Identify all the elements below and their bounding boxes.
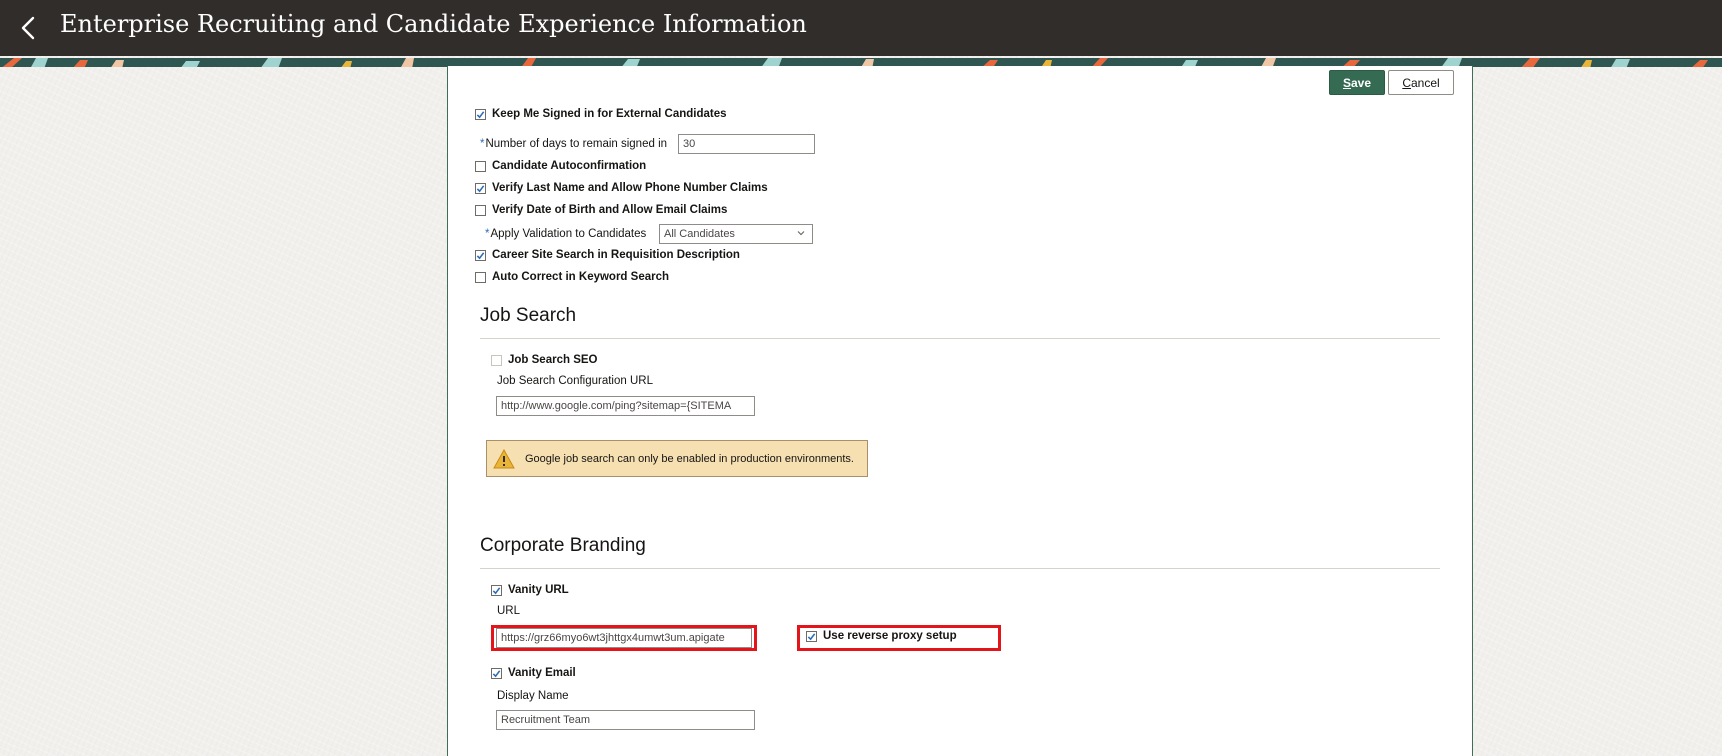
- cancel-button[interactable]: Cancel: [1388, 70, 1454, 95]
- apply-validation-label: Apply Validation to Candidates: [490, 228, 647, 240]
- verify-dob-row: Verify Date of Birth and Allow Email Cla…: [475, 204, 727, 216]
- job-search-seo-label: Job Search SEO: [508, 354, 598, 366]
- checkmark-icon: [492, 586, 501, 594]
- verify-dob-label: Verify Date of Birth and Allow Email Cla…: [492, 204, 728, 216]
- warning-text: Google job search can only be enabled in…: [525, 453, 854, 465]
- checkmark-icon: [807, 632, 816, 640]
- days-signed-in-row: * Number of days to remain signed in: [480, 138, 667, 150]
- job-search-seo-checkbox[interactable]: [491, 354, 502, 366]
- cancel-button-label-rest: ancel: [1410, 75, 1440, 90]
- vanity-url-row: Vanity URL: [491, 584, 569, 596]
- vanity-url-input[interactable]: https://grz66myo6wt3jhttgx4umwt3um.apiga…: [496, 628, 752, 648]
- vanity-email-label: Vanity Email: [508, 667, 576, 679]
- apply-validation-select[interactable]: All Candidates: [659, 224, 813, 244]
- keep-signed-in-label: Keep Me Signed in for External Candidate…: [492, 108, 727, 120]
- checkmark-icon: [476, 184, 485, 192]
- job-search-seo-row: Job Search SEO: [491, 354, 597, 366]
- display-name-input[interactable]: Recruitment Team: [496, 710, 755, 730]
- candidate-autoconfirmation-label: Candidate Autoconfirmation: [492, 160, 647, 172]
- apply-validation-row: * Apply Validation to Candidates: [485, 228, 646, 240]
- verify-last-name-checkbox[interactable]: [475, 182, 486, 194]
- job-search-config-url-input[interactable]: http://www.google.com/ping?sitemap={SITE…: [496, 396, 755, 416]
- section-divider: [480, 338, 1440, 339]
- verify-last-name-row: Verify Last Name and Allow Phone Number …: [475, 182, 768, 194]
- header-bar: Enterprise Recruiting and Candidate Expe…: [0, 0, 1722, 56]
- apply-validation-value: All Candidates: [664, 228, 735, 240]
- days-signed-in-input[interactable]: 30: [678, 134, 815, 154]
- auto-correct-row: Auto Correct in Keyword Search: [475, 271, 669, 283]
- vanity-url-checkbox[interactable]: [491, 584, 502, 596]
- vanity-url-label: Vanity URL: [508, 584, 569, 596]
- required-indicator: *: [485, 228, 490, 240]
- save-button-label-rest: ave: [1350, 75, 1372, 90]
- checkmark-icon: [476, 251, 485, 259]
- section-divider: [480, 568, 1440, 569]
- days-signed-in-label: Number of days to remain signed in: [485, 138, 668, 150]
- display-name-label: Display Name: [497, 690, 569, 702]
- save-button-mnemonic: S: [1342, 75, 1351, 90]
- job-search-section-title: Job Search: [480, 305, 577, 326]
- checkmark-icon: [476, 110, 485, 118]
- keep-signed-in-row: Keep Me Signed in for External Candidate…: [475, 108, 727, 120]
- candidate-autoconfirmation-row: Candidate Autoconfirmation: [475, 160, 646, 172]
- checkmark-icon: [492, 669, 501, 677]
- corporate-branding-section-title: Corporate Branding: [480, 535, 646, 556]
- reverse-proxy-checkbox[interactable]: [806, 630, 817, 642]
- back-button[interactable]: [14, 13, 44, 43]
- chevron-left-icon: [21, 16, 35, 40]
- career-site-search-row: Career Site Search in Requisition Descri…: [475, 249, 740, 261]
- auto-correct-label: Auto Correct in Keyword Search: [492, 271, 670, 283]
- save-button[interactable]: Save: [1329, 70, 1385, 95]
- warning-message: Google job search can only be enabled in…: [486, 440, 868, 477]
- warning-icon: [493, 449, 515, 469]
- auto-correct-checkbox[interactable]: [475, 271, 486, 283]
- chevron-down-icon: [797, 231, 805, 236]
- verify-last-name-label: Verify Last Name and Allow Phone Number …: [492, 182, 768, 194]
- url-label: URL: [497, 605, 521, 617]
- vanity-email-row: Vanity Email: [491, 667, 576, 679]
- verify-dob-checkbox[interactable]: [475, 204, 486, 216]
- cancel-button-mnemonic: C: [1402, 75, 1411, 90]
- vanity-email-checkbox[interactable]: [491, 667, 502, 679]
- required-indicator: *: [480, 138, 485, 150]
- reverse-proxy-row: Use reverse proxy setup: [806, 630, 957, 642]
- page-title: Enterprise Recruiting and Candidate Expe…: [60, 10, 807, 38]
- keep-signed-in-checkbox[interactable]: [475, 108, 486, 120]
- career-site-search-checkbox[interactable]: [475, 249, 486, 261]
- career-site-search-label: Career Site Search in Requisition Descri…: [492, 249, 740, 261]
- reverse-proxy-label: Use reverse proxy setup: [823, 630, 957, 642]
- job-search-config-url-label: Job Search Configuration URL: [497, 375, 653, 387]
- candidate-autoconfirmation-checkbox[interactable]: [475, 160, 486, 172]
